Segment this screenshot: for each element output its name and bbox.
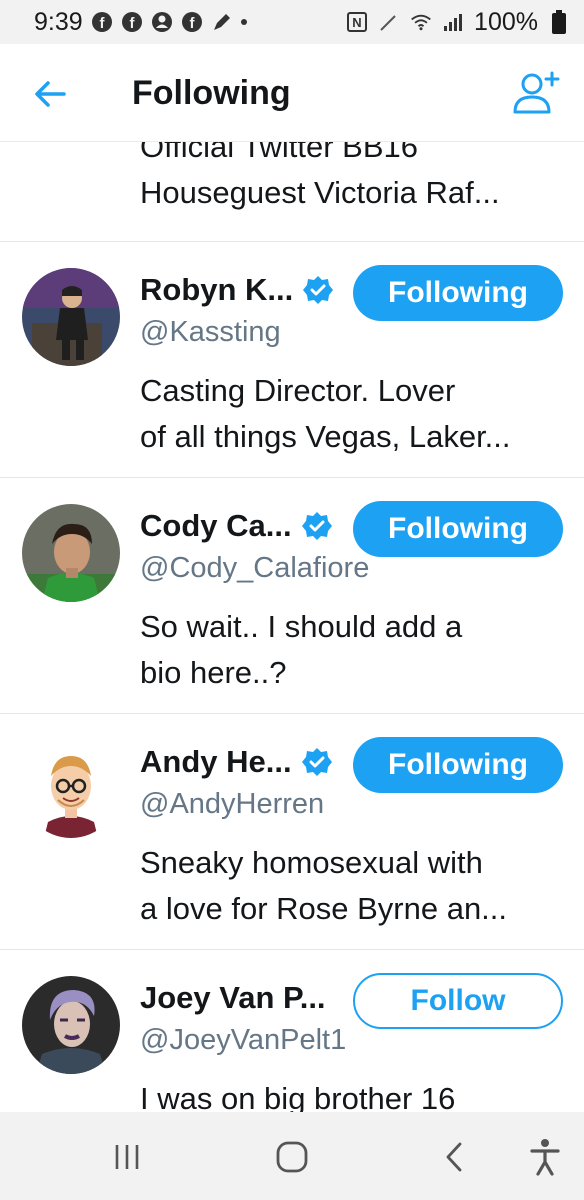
home-icon[interactable]: [269, 1134, 315, 1180]
user-name: Cody Ca...: [140, 508, 292, 543]
bio-line: Sneaky homosexual with: [140, 845, 483, 880]
bio-line: of all things Vegas, Laker...: [140, 419, 511, 454]
user-handle: @Cody_Calafiore: [140, 552, 370, 584]
bio-line: Casting Director. Lover: [140, 373, 456, 408]
avatar[interactable]: [22, 268, 120, 366]
battery-percent: 100%: [474, 7, 538, 36]
user-handle: @AndyHerren: [140, 788, 325, 820]
status-bar: 9:39 f f f N 100%: [0, 0, 584, 44]
list-item[interactable]: Andy He... Following @AndyHerren Sneaky …: [0, 714, 584, 950]
user-bio: Casting Director. Lover of all things Ve…: [140, 368, 560, 460]
recent-apps-icon[interactable]: [104, 1134, 150, 1180]
add-user-icon[interactable]: [512, 70, 560, 116]
facebook-icon: f: [91, 11, 113, 33]
avatar[interactable]: [22, 504, 120, 602]
page-title: Following: [132, 74, 291, 112]
verified-badge-icon: [301, 747, 332, 777]
nfc-icon: N: [346, 11, 368, 33]
accessibility-icon[interactable]: [522, 1134, 568, 1180]
bio-line: I was on big brother 16: [140, 1081, 456, 1112]
pen-icon: [378, 11, 400, 33]
partial-list-item[interactable]: Official Twitter BB16 Houseguest Victori…: [140, 142, 500, 216]
bio-line: Official Twitter BB16: [140, 142, 418, 164]
signal-icon: [442, 11, 464, 33]
bio-line: So wait.. I should add a: [140, 609, 463, 644]
list-item[interactable]: Joey Van P... Follow @JoeyVanPelt1 I was…: [0, 950, 584, 1112]
avatar[interactable]: [22, 740, 120, 838]
svg-text:N: N: [352, 15, 361, 30]
user-name: Joey Van P...: [140, 980, 326, 1015]
list-item[interactable]: Cody Ca... Following @Cody_Calafiore So …: [0, 478, 584, 714]
status-time: 9:39: [34, 7, 83, 36]
user-bio: I was on big brother 16: [140, 1076, 560, 1112]
verified-badge-icon: [301, 511, 332, 541]
following-button[interactable]: Following: [353, 501, 563, 557]
facebook-icon: f: [181, 11, 203, 33]
verified-badge-icon: [303, 275, 334, 305]
back-icon[interactable]: [432, 1134, 478, 1180]
user-bio: Sneaky homosexual with a love for Rose B…: [140, 840, 560, 932]
user-bio: So wait.. I should add a bio here..?: [140, 604, 560, 696]
system-nav-bar: [0, 1112, 584, 1200]
follow-button[interactable]: Follow: [353, 973, 563, 1029]
bio-line: Houseguest Victoria Raf...: [140, 175, 500, 210]
app-bar: Following: [0, 44, 584, 142]
contacts-icon: [151, 11, 173, 33]
user-name: Andy He...: [140, 744, 292, 779]
user-handle: @Kassting: [140, 316, 281, 348]
user-handle: @JoeyVanPelt1: [140, 1024, 347, 1056]
following-button[interactable]: Following: [353, 265, 563, 321]
user-name: Robyn K...: [140, 272, 294, 307]
bio-line: a love for Rose Byrne an...: [140, 891, 508, 926]
avatar[interactable]: [22, 976, 120, 1074]
battery-icon: [548, 10, 570, 34]
facebook-icon: f: [121, 11, 143, 33]
following-list: Official Twitter BB16 Houseguest Victori…: [0, 142, 584, 1112]
wifi-icon: [410, 11, 432, 33]
list-item[interactable]: Robyn K... Following @Kassting Casting D…: [0, 242, 584, 478]
following-button[interactable]: Following: [353, 737, 563, 793]
edit-icon: [211, 11, 233, 33]
dot-icon: [240, 19, 247, 25]
bio-line: bio here..?: [140, 655, 287, 690]
back-arrow-icon[interactable]: [30, 74, 70, 114]
